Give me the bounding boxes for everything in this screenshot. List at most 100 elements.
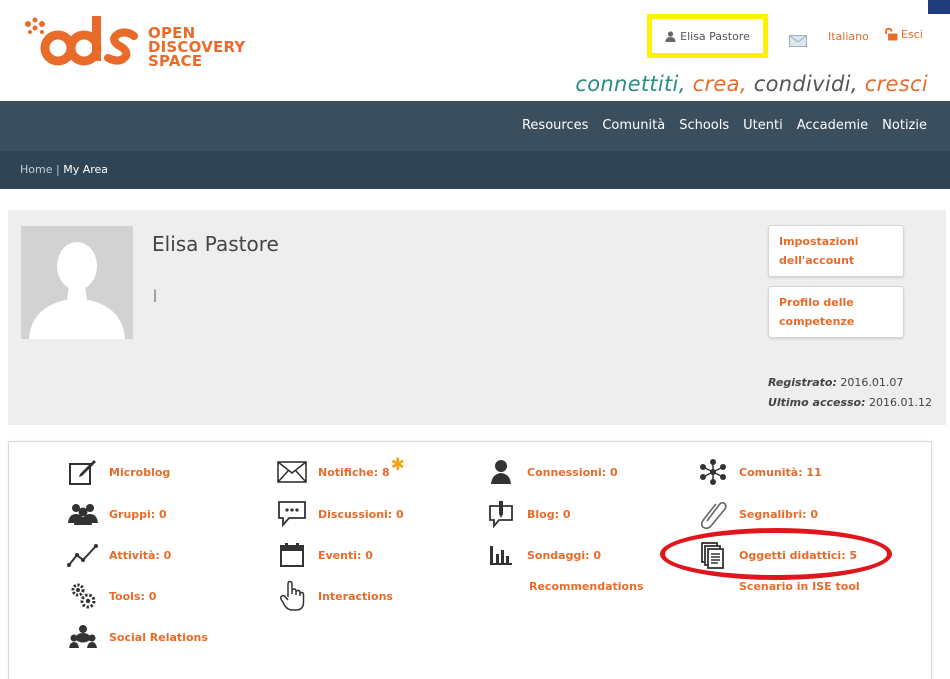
main-nav: Resources Comunità Schools Utenti Accade… (0, 101, 950, 151)
activity-comunita[interactable]: Comunità: 11 (695, 456, 822, 488)
gears-icon (65, 580, 101, 612)
activity-microblog[interactable]: Microblog (65, 456, 170, 488)
tagline-word-3: condividi, (753, 72, 858, 96)
activity-social-relations-label: Social Relations (109, 630, 208, 644)
edit-note-icon (65, 456, 101, 488)
activity-scenario-label: Scenario in ISE tool (739, 580, 860, 593)
activity-eventi-label: Eventi: 0 (318, 548, 373, 562)
envelope-icon (789, 35, 807, 47)
blog-icon (483, 498, 519, 530)
activity-discussioni[interactable]: Discussioni: 0 (274, 498, 404, 530)
activity-recommendations[interactable]: Recommendations (529, 580, 644, 593)
activity-social-relations[interactable]: Social Relations (65, 621, 208, 653)
activity-oggetti-didattici[interactable]: Oggetti didattici: 5 (695, 539, 857, 571)
social-network-icon (65, 621, 101, 653)
activity-sondaggi[interactable]: Sondaggi: 0 (483, 539, 601, 571)
pointer-hand-icon (274, 580, 310, 612)
activity-connessioni[interactable]: Connessioni: 0 (483, 456, 618, 488)
new-notification-icon: ✱ (390, 455, 405, 475)
activity-recommendations-label: Recommendations (529, 580, 644, 593)
logo-graphic (25, 16, 138, 66)
group-icon (65, 498, 101, 530)
calendar-icon (274, 539, 310, 571)
skills-profile-label-2: competenze (779, 315, 855, 328)
activity-tools[interactable]: Tools: 0 (65, 580, 156, 612)
skills-profile-label-1: Profilo delle (779, 296, 854, 309)
chat-bubble-icon (274, 498, 310, 530)
nav-item-comunita[interactable]: Comunità (595, 118, 672, 133)
activity-notifiche[interactable]: Notifiche: 8 ✱ (274, 455, 405, 488)
user-menu-highlight: Elisa Pastore (647, 14, 768, 58)
tagline-word-1: connettiti, (575, 72, 686, 96)
profile-name: Elisa Pastore (152, 232, 279, 256)
registration-info: Registrato: 2016.01.07 Ultimo accesso: 2… (768, 373, 932, 413)
registered-label: Registrato: (767, 376, 837, 389)
activity-attivita[interactable]: Attività: 0 (65, 539, 171, 571)
tagline: connettiti, crea, condividi, cresci (575, 72, 928, 96)
envelope-icon (274, 456, 310, 488)
default-avatar-icon (21, 226, 133, 339)
activity-discussioni-label: Discussioni: 0 (318, 507, 404, 521)
community-icon (695, 456, 731, 488)
activity-eventi[interactable]: Eventi: 0 (274, 539, 373, 571)
activity-connessioni-label: Connessioni: 0 (527, 465, 618, 479)
activity-notifiche-label: Notifiche: 8 (318, 465, 390, 479)
ods-logo[interactable]: OPEN DISCOVERY SPACE (22, 14, 245, 70)
paperclip-icon (695, 498, 731, 530)
last-access-label: Ultimo accesso: (767, 396, 866, 409)
activity-segnalibri[interactable]: Segnalibri: 0 (695, 498, 818, 530)
logo-text: OPEN DISCOVERY SPACE (148, 26, 245, 70)
messages-link[interactable] (789, 32, 807, 51)
user-name-link[interactable]: Elisa Pastore (680, 30, 750, 43)
activity-tools-label: Tools: 0 (109, 589, 157, 603)
profile-panel: Elisa Pastore | Impostazioni dell'accoun… (8, 210, 946, 425)
avatar[interactable] (21, 226, 133, 339)
breadcrumb-separator: | (55, 163, 60, 176)
nav-item-schools[interactable]: Schools (672, 118, 736, 133)
logout-link[interactable]: Esci (884, 28, 923, 41)
breadcrumb: Home | My Area (20, 163, 108, 176)
nav-item-utenti[interactable]: Utenti (736, 118, 790, 133)
activity-blog-label: Blog: 0 (527, 507, 571, 521)
skills-profile-button[interactable]: Profilo delle competenze (768, 286, 904, 338)
nav-item-accademie[interactable]: Accademie (790, 118, 875, 133)
last-access-value: 2016.01.12 (869, 396, 932, 409)
activities-panel: Microblog Notifiche: 8 ✱ Connessioni: 0 … (8, 441, 932, 679)
bar-chart-icon (483, 539, 519, 571)
corner-tab (928, 0, 950, 14)
activity-gruppi-label: Gruppi: 0 (109, 507, 167, 521)
activity-sondaggi-label: Sondaggi: 0 (527, 548, 602, 562)
nav-items: Resources Comunità Schools Utenti Accade… (515, 118, 934, 133)
registered-row: Registrato: 2016.01.07 (768, 373, 932, 393)
nav-item-resources[interactable]: Resources (515, 118, 595, 133)
account-settings-button[interactable]: Impostazioni dell'account (768, 225, 904, 277)
activity-graph-icon (65, 539, 101, 571)
documents-icon (695, 539, 731, 571)
unlock-icon (885, 28, 898, 41)
language-selector[interactable]: Italiano (828, 30, 869, 43)
last-access-row: Ultimo accesso: 2016.01.12 (768, 393, 932, 413)
activity-oggetti-didattici-label: Oggetti didattici: 5 (739, 548, 858, 562)
user-menu[interactable]: Elisa Pastore (652, 19, 763, 53)
tagline-word-4: cresci (864, 72, 928, 96)
logo-line-space: SPACE (148, 52, 203, 70)
nav-item-notizie[interactable]: Notizie (875, 118, 934, 133)
activity-microblog-label: Microblog (109, 465, 171, 479)
registered-value: 2016.01.07 (840, 376, 904, 389)
logout-label: Esci (901, 28, 923, 41)
tagline-word-2: crea, (692, 72, 747, 96)
activity-scenario[interactable]: Scenario in ISE tool (739, 580, 860, 593)
activity-blog[interactable]: Blog: 0 (483, 498, 570, 530)
account-settings-label-1: Impostazioni (779, 235, 859, 248)
account-settings-label-2: dell'account (779, 254, 855, 267)
breadcrumb-home[interactable]: Home (20, 163, 52, 176)
activity-gruppi[interactable]: Gruppi: 0 (65, 498, 167, 530)
activity-interactions[interactable]: Interactions (274, 580, 393, 612)
breadcrumb-bar: Home | My Area (0, 151, 950, 189)
person-icon (483, 456, 519, 488)
activity-comunita-label: Comunità: 11 (739, 465, 822, 479)
activity-attivita-label: Attività: 0 (109, 548, 172, 562)
breadcrumb-current: My Area (63, 163, 109, 176)
user-icon (665, 30, 676, 42)
activity-interactions-label: Interactions (318, 589, 393, 603)
